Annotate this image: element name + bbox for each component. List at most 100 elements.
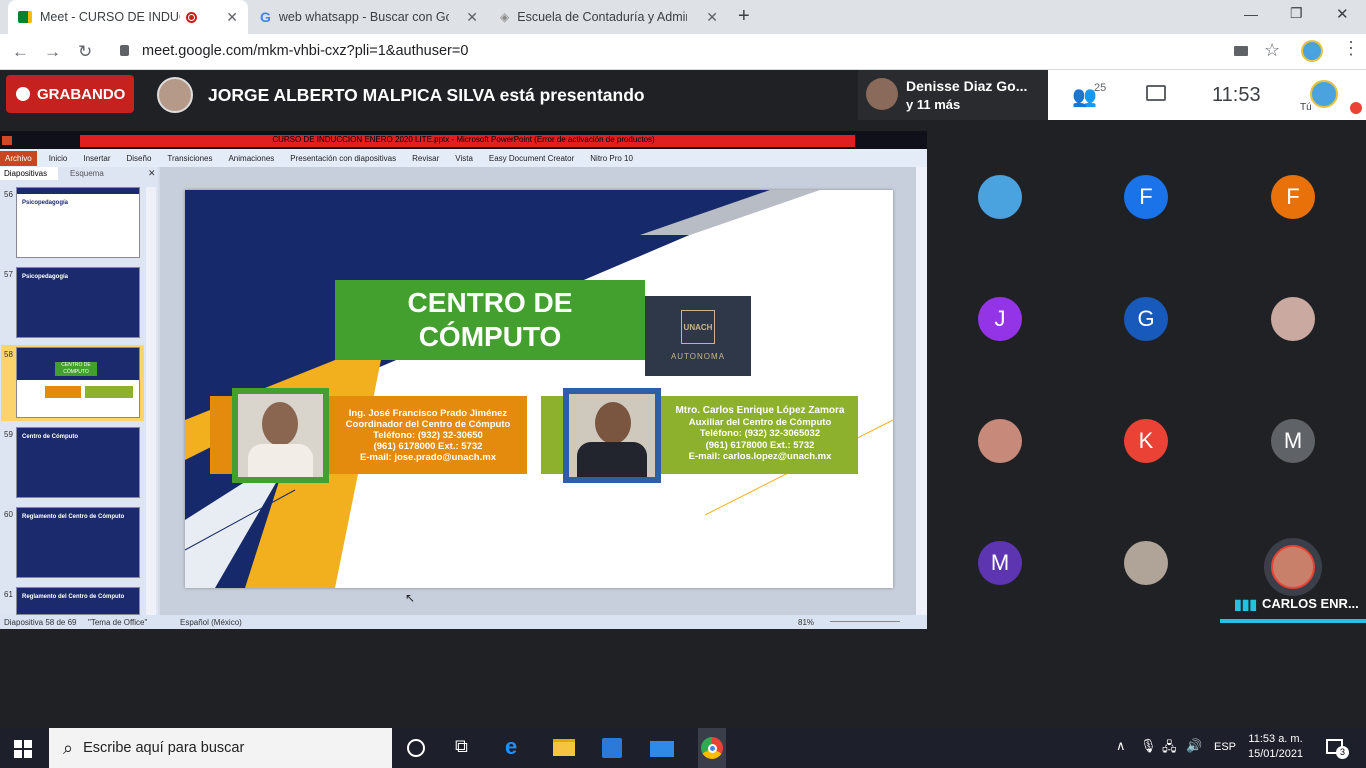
close-tab-icon[interactable]: ✕ [466, 9, 478, 26]
camera-icon[interactable] [1234, 46, 1248, 56]
close-tab-icon[interactable]: ✕ [706, 9, 718, 26]
mail-icon[interactable] [650, 741, 674, 757]
windows-start-icon[interactable] [14, 740, 32, 758]
thumb-title: Psicopedagogía [22, 200, 69, 206]
tab-escuela[interactable]: ◈ Escuela de Contaduría y Adminis ✕ [490, 0, 728, 34]
pinned-participant[interactable]: Denisse Diaz Go... y 11 más [858, 70, 1048, 120]
contact-left-name: Ing. José Francisco Prado Jiménez [348, 408, 508, 419]
contact-right-name: Mtro. Carlos Enrique López Zamora [675, 405, 845, 416]
speaker-name: CARLOS ENR... [1262, 596, 1359, 611]
participant-avatar[interactable] [978, 419, 1022, 463]
participant-avatar[interactable] [1124, 541, 1168, 585]
ppt-menu-item[interactable]: Nitro Pro 10 [590, 154, 633, 163]
contact-right-text: Mtro. Carlos Enrique López Zamora Auxili… [663, 405, 857, 463]
bookmark-star-icon[interactable]: ☆ [1264, 40, 1280, 61]
tab-diapositivas[interactable]: Diapositivas [0, 167, 58, 180]
slide-thumbnail-panel: Diapositivas Esquema ✕ 56 Psicopedagogía… [0, 167, 158, 615]
recording-indicator-icon [186, 11, 197, 23]
slide-thumbnail[interactable]: Reglamento del Centro de Cómputo [16, 587, 140, 615]
participant-avatar[interactable] [1271, 297, 1315, 341]
store-icon[interactable] [602, 738, 622, 758]
contact-right-role: Auxiliar del Centro de Cómputo [688, 416, 832, 428]
language-indicator[interactable]: ESP [1214, 741, 1236, 753]
ppt-menu-item[interactable]: Easy Document Creator [489, 154, 574, 163]
minimize-button[interactable]: — [1244, 6, 1258, 22]
restore-button[interactable]: ❐ [1290, 5, 1303, 22]
menu-dots-icon[interactable]: ⋮ [1342, 38, 1360, 59]
status-theme: "Tema de Office" [88, 618, 148, 627]
participant-avatar[interactable]: J [978, 297, 1022, 341]
close-panel-icon[interactable]: ✕ [148, 168, 156, 179]
tab-esquema[interactable]: Esquema [70, 169, 104, 178]
new-tab-button[interactable]: + [738, 5, 750, 28]
pinned-name: Denisse Diaz Go... [906, 78, 1028, 94]
slide-thumbnail[interactable]: Psicopedagogía [16, 187, 140, 258]
ppt-menu-archivo[interactable]: Archivo [0, 150, 37, 166]
ppt-menu-item[interactable]: Revisar [412, 154, 439, 163]
windows-taskbar: ⌕ Escribe aquí para buscar ⧉ e ∧ 🎙 🖧 🔊 E… [0, 728, 1366, 768]
clock-date: 15/01/2021 [1248, 748, 1304, 760]
ppt-menu-item[interactable]: Animaciones [228, 154, 274, 163]
participant-avatar[interactable]: K [1124, 419, 1168, 463]
speaking-indicator-icon: ▮▮▮ [1234, 596, 1258, 612]
ppt-menu-item[interactable]: Presentación con diapositivas [290, 154, 396, 163]
cortana-icon[interactable] [407, 739, 425, 757]
volume-icon[interactable]: 🔊 [1186, 738, 1202, 754]
thumb-scrollbar[interactable] [146, 187, 156, 615]
recording-label: GRABANDO [37, 85, 126, 103]
meet-favicon-icon [18, 11, 32, 23]
thumb-number: 56 [4, 190, 13, 199]
participant-avatar[interactable]: M [978, 541, 1022, 585]
chat-icon[interactable] [1146, 85, 1166, 101]
notification-count: 3 [1336, 746, 1349, 759]
close-tab-icon[interactable]: ✕ [226, 9, 238, 26]
contact-left-phone: Teléfono: (932) 32-30650 [373, 430, 483, 441]
zoom-slider[interactable] [830, 621, 900, 622]
slide-thumbnail[interactable]: Psicopedagogía [16, 267, 140, 338]
forward-arrow-icon[interactable]: → [44, 42, 61, 62]
profile-avatar[interactable] [1301, 40, 1323, 62]
tray-chevron-icon[interactable]: ∧ [1116, 738, 1126, 754]
ppt-menu-item[interactable]: Diseño [127, 154, 152, 163]
slide-scrollbar[interactable] [916, 167, 927, 615]
photo-frame-left [232, 388, 329, 483]
edge-icon[interactable]: e [505, 734, 517, 760]
participant-avatar[interactable]: G [1124, 297, 1168, 341]
microphone-tray-icon[interactable]: 🎙 [1140, 738, 1157, 754]
tab-meet[interactable]: Meet - CURSO DE INDUCCIÓ ✕ [8, 0, 248, 34]
status-language[interactable]: Español (México) [180, 618, 242, 627]
active-speaker-tile[interactable]: ▮▮▮ CARLOS ENR... [1220, 528, 1366, 624]
ppt-menu-item[interactable]: Transiciones [167, 154, 212, 163]
participant-avatar[interactable]: M [1271, 419, 1315, 463]
site-favicon-icon: ◈ [500, 10, 510, 24]
network-icon[interactable]: 🖧 [1162, 738, 1177, 760]
slide-thumbnail-selected[interactable]: CENTRO DE CÓMPUTO [16, 347, 140, 418]
back-arrow-icon[interactable]: ← [12, 42, 29, 62]
participant-avatar[interactable]: F [1271, 175, 1315, 219]
tab-whatsapp-search[interactable]: G web whatsapp - Buscar con Goo ✕ [250, 0, 488, 34]
ppt-menu-item[interactable]: Vista [455, 154, 473, 163]
close-window-button[interactable]: ✕ [1336, 5, 1349, 23]
contact-left-text: Ing. José Francisco Prado Jiménez Coordi… [333, 408, 523, 463]
ppt-menu-item[interactable]: Inicio [49, 154, 68, 163]
ppt-menu-item[interactable]: Insertar [83, 154, 110, 163]
task-view-icon[interactable]: ⧉ [455, 736, 468, 757]
thumb-number: 58 [4, 350, 13, 359]
address-bar-url[interactable]: meet.google.com/mkm-vhbi-cxz?pli=1&authu… [142, 43, 468, 59]
logo-text: UNACH [681, 310, 715, 344]
slide-thumbnail[interactable]: Reglamento del Centro de Cómputo [16, 507, 140, 578]
reload-icon[interactable]: ↻ [78, 42, 92, 62]
file-explorer-icon[interactable] [553, 739, 575, 756]
clock[interactable]: 11:53 a. m. 15/01/2021 [1248, 733, 1303, 760]
speaker-ring [1264, 538, 1322, 596]
thumb-title: Psicopedagogía [22, 274, 69, 280]
participant-avatar[interactable]: F [1124, 175, 1168, 219]
participant-avatar[interactable] [978, 175, 1022, 219]
taskbar-search-box[interactable]: ⌕ Escribe aquí para buscar [49, 728, 392, 768]
chrome-taskbar-button[interactable] [698, 728, 726, 768]
photo-left [238, 394, 323, 477]
slide-thumbnail[interactable]: Centro de Cómputo [16, 427, 140, 498]
meet-controls-panel: 👥 25 11:53 Tú [1048, 70, 1366, 120]
status-zoom[interactable]: 81% [798, 618, 814, 627]
thumb-title: Reglamento del Centro de Cómputo [22, 594, 125, 600]
